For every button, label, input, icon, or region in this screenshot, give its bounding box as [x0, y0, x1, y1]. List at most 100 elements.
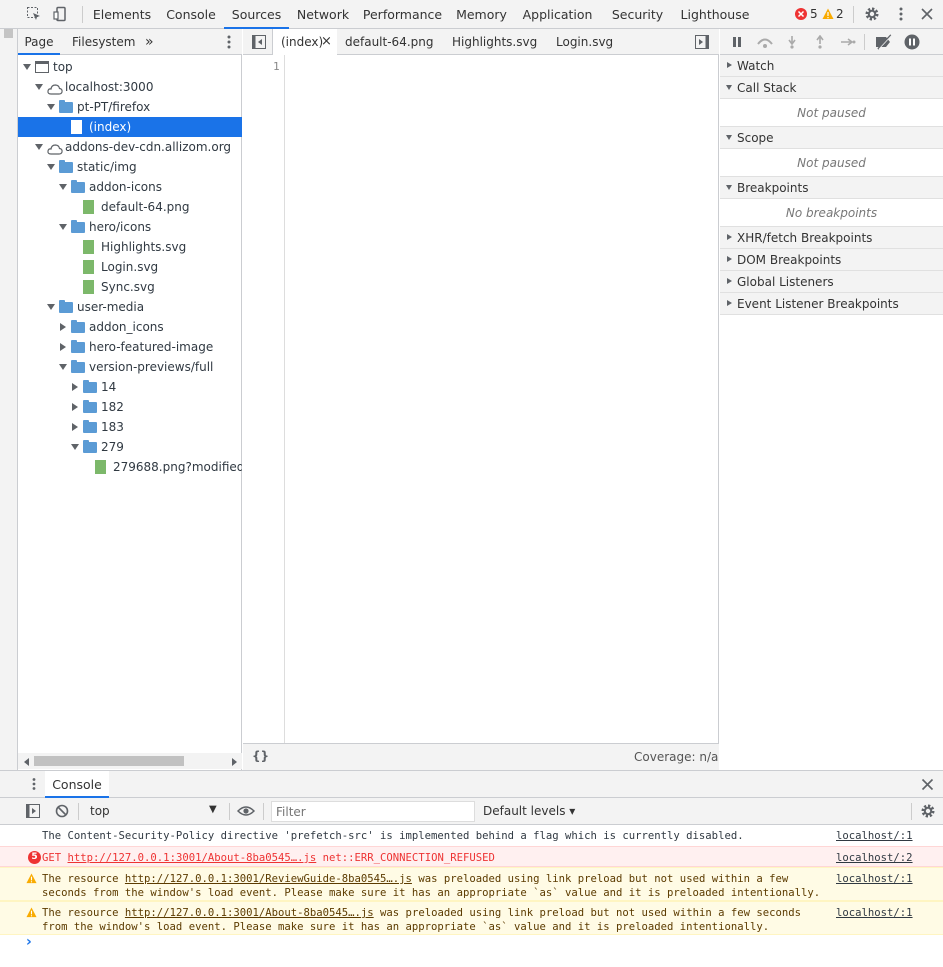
- tree-item[interactable]: hero-featured-image: [18, 337, 242, 357]
- show-sidebar-icon[interactable]: [26, 804, 40, 818]
- tree-item[interactable]: 183: [18, 417, 242, 437]
- error-count[interactable]: 5: [810, 7, 818, 21]
- tree-item[interactable]: version-previews/full: [18, 357, 242, 377]
- horizontal-scrollbar[interactable]: [18, 753, 242, 769]
- more-options-icon[interactable]: [893, 6, 909, 22]
- section-global-listeners[interactable]: Global Listeners: [720, 271, 943, 293]
- code-area[interactable]: [286, 55, 719, 743]
- expand-arrow-right-icon[interactable]: [72, 403, 78, 411]
- tree-item[interactable]: Sync.svg: [18, 277, 242, 297]
- expand-arrow-down-icon[interactable]: [47, 304, 55, 310]
- close-drawer-icon[interactable]: [921, 778, 934, 791]
- section-call-stack[interactable]: Call Stack: [720, 77, 943, 99]
- resource-link[interactable]: http://127.0.0.1:3001/ReviewGuide-8ba054…: [125, 873, 412, 885]
- log-levels-dropdown[interactable]: Default levels ▾: [483, 804, 575, 818]
- expand-arrow-down-icon[interactable]: [59, 184, 67, 190]
- step-out-icon[interactable]: [814, 35, 826, 49]
- tree-item[interactable]: hero/icons: [18, 217, 242, 237]
- scroll-thumb[interactable]: [4, 29, 13, 38]
- expand-arrow-down-icon[interactable]: [47, 104, 55, 110]
- expand-arrow-down-icon[interactable]: [35, 144, 43, 150]
- tree-item[interactable]: pt-PT/firefox: [18, 97, 242, 117]
- expand-arrow-down-icon[interactable]: [59, 364, 67, 370]
- resource-link[interactable]: http://127.0.0.1:3001/About-8ba0545….js: [68, 852, 317, 864]
- step-icon[interactable]: [840, 35, 856, 49]
- expand-arrow-down-icon[interactable]: [35, 84, 43, 90]
- editor-tab-index[interactable]: (index) ×: [273, 29, 337, 55]
- toggle-debugger-icon[interactable]: [695, 35, 709, 49]
- expand-arrow-right-icon[interactable]: [60, 343, 66, 351]
- tree-item[interactable]: 182: [18, 397, 242, 417]
- tree-item[interactable]: 279688.png?modified=1: [18, 457, 242, 477]
- section-xhr-fetch-breakpoints[interactable]: XHR/fetch Breakpoints: [720, 227, 943, 249]
- tree-item[interactable]: addon-icons: [18, 177, 242, 197]
- more-tabs-chevron-icon[interactable]: »: [145, 29, 154, 55]
- tree-item[interactable]: 14: [18, 377, 242, 397]
- console-prompt-icon[interactable]: ›: [26, 934, 32, 950]
- tree-item[interactable]: default-64.png: [18, 197, 242, 217]
- message-source-link[interactable]: localhost/:1: [836, 906, 913, 920]
- pause-icon[interactable]: [730, 35, 744, 49]
- tree-item[interactable]: user-media: [18, 297, 242, 317]
- close-tab-icon[interactable]: ×: [321, 29, 332, 55]
- tree-item[interactable]: top: [18, 57, 242, 77]
- section-scope[interactable]: Scope: [720, 127, 943, 149]
- filter-input[interactable]: [271, 801, 475, 822]
- scroll-left-icon[interactable]: [24, 758, 29, 766]
- pause-on-exceptions-icon[interactable]: [904, 34, 920, 50]
- section-breakpoints[interactable]: Breakpoints: [720, 177, 943, 199]
- tree-item[interactable]: addon_icons: [18, 317, 242, 337]
- tree-item[interactable]: Login.svg: [18, 257, 242, 277]
- section-event-listener-breakpoints[interactable]: Event Listener Breakpoints: [720, 293, 943, 315]
- tab-console[interactable]: Console: [158, 0, 224, 29]
- clear-console-icon[interactable]: [55, 804, 69, 818]
- step-over-icon[interactable]: [756, 35, 774, 49]
- tree-item[interactable]: 279: [18, 437, 242, 457]
- tab-elements[interactable]: Elements: [86, 0, 158, 29]
- toggle-navigator-icon[interactable]: [252, 35, 266, 49]
- tree-item[interactable]: localhost:3000: [18, 77, 242, 97]
- tab-application[interactable]: Application: [515, 0, 600, 29]
- scroll-right-icon[interactable]: [232, 758, 237, 766]
- settings-gear-icon[interactable]: [864, 6, 880, 22]
- tree-item[interactable]: Highlights.svg: [18, 237, 242, 257]
- message-source-link[interactable]: localhost/:1: [836, 872, 913, 886]
- expand-arrow-right-icon[interactable]: [60, 323, 66, 331]
- tab-page[interactable]: Page: [18, 29, 60, 55]
- deactivate-breakpoints-icon[interactable]: [874, 34, 894, 50]
- line-number[interactable]: 1: [273, 60, 280, 73]
- tab-memory[interactable]: Memory: [448, 0, 515, 29]
- navigator-menu-icon[interactable]: [221, 34, 237, 50]
- expand-arrow-down-icon[interactable]: [71, 444, 79, 450]
- tree-item[interactable]: addons-dev-cdn.allizom.org: [18, 137, 242, 157]
- scroll-thumb[interactable]: [34, 756, 184, 766]
- tab-security[interactable]: Security: [600, 0, 675, 29]
- inspect-element-icon[interactable]: [26, 6, 42, 22]
- live-expression-eye-icon[interactable]: [237, 804, 255, 818]
- tab-network[interactable]: Network: [289, 0, 357, 29]
- tree-item[interactable]: static/img: [18, 157, 242, 177]
- editor-tab-login[interactable]: Login.svg: [556, 29, 613, 55]
- drawer-menu-icon[interactable]: [27, 777, 41, 791]
- expand-arrow-down-icon[interactable]: [59, 224, 67, 230]
- editor-tab-highlights[interactable]: Highlights.svg: [452, 29, 537, 55]
- editor-tab-default-64[interactable]: default-64.png: [345, 29, 433, 55]
- step-into-icon[interactable]: [786, 35, 798, 49]
- warning-count[interactable]: 2: [836, 7, 844, 21]
- console-settings-gear-icon[interactable]: [920, 803, 936, 819]
- section-watch[interactable]: Watch: [720, 55, 943, 77]
- tab-sources[interactable]: Sources: [224, 0, 289, 29]
- tab-filesystem[interactable]: Filesystem: [72, 29, 135, 55]
- device-toolbar-icon[interactable]: [52, 6, 68, 22]
- message-source-link[interactable]: localhost/:2: [836, 851, 913, 865]
- section-dom-breakpoints[interactable]: DOM Breakpoints: [720, 249, 943, 271]
- expand-arrow-right-icon[interactable]: [72, 383, 78, 391]
- expand-arrow-down-icon[interactable]: [47, 164, 55, 170]
- pretty-print-icon[interactable]: {}: [252, 749, 269, 763]
- expand-arrow-right-icon[interactable]: [72, 423, 78, 431]
- close-devtools-icon[interactable]: [919, 6, 935, 22]
- tab-performance[interactable]: Performance: [357, 0, 448, 29]
- message-source-link[interactable]: localhost/:1: [836, 829, 913, 843]
- resource-link[interactable]: http://127.0.0.1:3001/About-8ba0545….js: [125, 907, 374, 919]
- tree-item[interactable]: (index): [18, 117, 242, 137]
